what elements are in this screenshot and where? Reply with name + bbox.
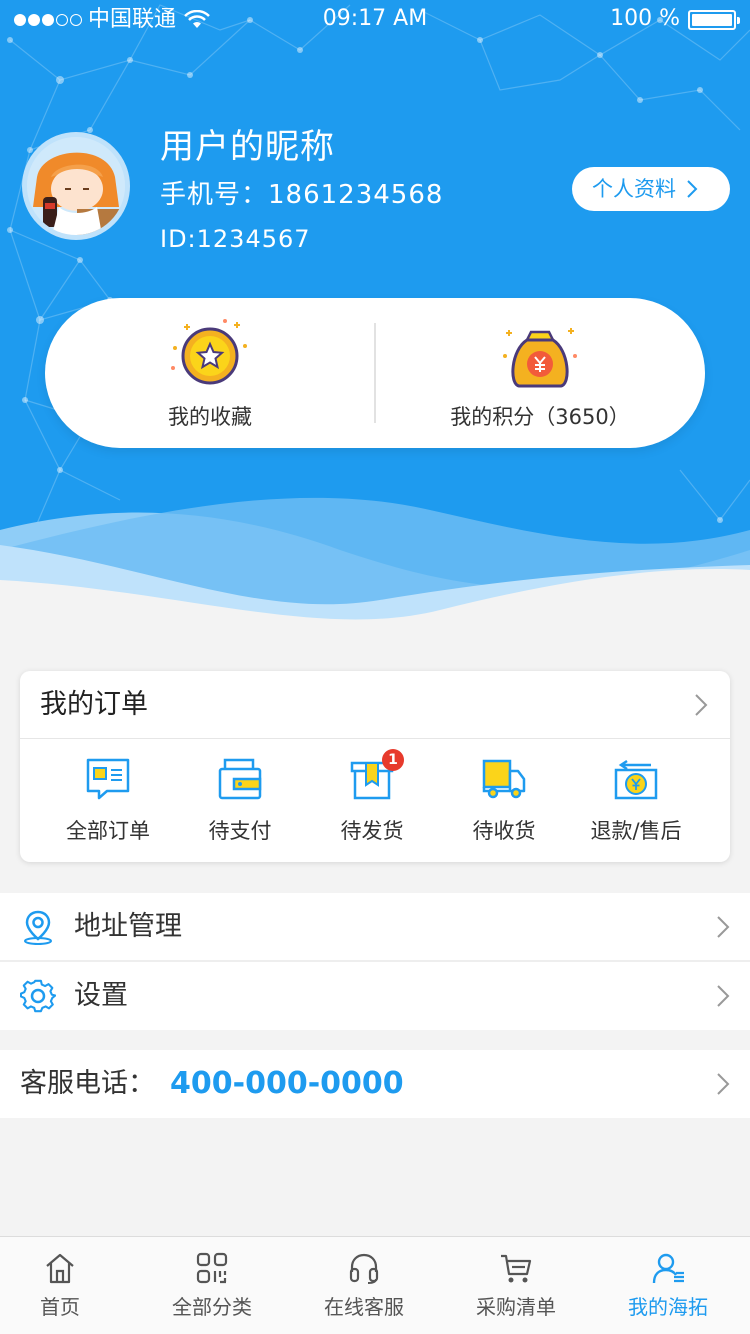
user-phone: 手机号：1861234568 bbox=[160, 180, 444, 210]
category-icon bbox=[196, 1252, 228, 1284]
my-favorites-label: 我的收藏 bbox=[168, 405, 252, 429]
wave-decoration bbox=[0, 497, 750, 640]
chevron-right-icon bbox=[686, 179, 698, 199]
chevron-right-icon bbox=[717, 1073, 730, 1095]
all-orders-label: 全部订单 bbox=[66, 819, 150, 843]
refund-after-sales-button[interactable]: 退款/售后 bbox=[570, 741, 702, 859]
money-bag-icon bbox=[503, 328, 577, 388]
customer-service-label: 客服电话： bbox=[20, 1068, 155, 1099]
location-pin-icon bbox=[24, 910, 52, 945]
my-favorites-button[interactable]: 我的收藏 bbox=[45, 298, 375, 448]
user-icon bbox=[652, 1253, 684, 1284]
all-orders-button[interactable]: 全部订单 bbox=[42, 741, 174, 859]
edit-profile-button[interactable]: 个人资料 bbox=[572, 167, 730, 211]
tab-home[interactable]: 首页 bbox=[0, 1237, 135, 1334]
customer-service-number[interactable]: 400-000-0000 bbox=[170, 1050, 404, 1118]
settings-label: 设置 bbox=[74, 980, 128, 1011]
refund-after-sales-label: 退款/售后 bbox=[590, 819, 682, 843]
my-orders-card: 我的订单 全部订单 待支付 1 待发货 待收货 退款/售后 bbox=[20, 671, 730, 862]
tab-online-service[interactable]: 在线客服 bbox=[289, 1237, 439, 1334]
my-orders-header[interactable]: 我的订单 bbox=[20, 671, 730, 739]
chevron-right-icon bbox=[695, 694, 708, 716]
tab-my-account-label: 我的海拓 bbox=[628, 1295, 708, 1319]
notification-badge: 1 bbox=[382, 749, 404, 771]
truck-icon bbox=[482, 759, 526, 799]
headset-icon bbox=[349, 1253, 379, 1284]
tab-home-label: 首页 bbox=[40, 1295, 80, 1319]
tab-categories[interactable]: 全部分类 bbox=[137, 1237, 287, 1334]
pending-receipt-button[interactable]: 待收货 bbox=[438, 741, 570, 859]
chevron-right-icon bbox=[717, 916, 730, 938]
chevron-right-icon bbox=[717, 985, 730, 1007]
gear-icon bbox=[20, 979, 56, 1013]
my-orders-title: 我的订单 bbox=[40, 689, 148, 720]
avatar[interactable] bbox=[22, 132, 130, 240]
settings-row[interactable]: 设置 bbox=[0, 962, 750, 1030]
star-coin-icon bbox=[171, 319, 247, 385]
user-nickname: 用户的昵称 bbox=[160, 127, 335, 167]
pending-shipment-button[interactable]: 1 待发货 bbox=[306, 741, 438, 859]
status-bar: 中国联通 09:17 AM 100 % bbox=[0, 0, 750, 40]
tab-online-service-label: 在线客服 bbox=[324, 1295, 404, 1319]
pending-payment-label: 待支付 bbox=[208, 819, 272, 843]
tab-purchase-list[interactable]: 采购清单 bbox=[441, 1237, 591, 1334]
tab-purchase-list-label: 采购清单 bbox=[476, 1295, 556, 1319]
bottom-tab-bar: 首页 全部分类 在线客服 采购清单 我的海拓 bbox=[0, 1236, 750, 1334]
battery-icon bbox=[688, 10, 740, 30]
edit-profile-label: 个人资料 bbox=[592, 177, 676, 201]
my-points-button[interactable]: 我的积分（3650） bbox=[375, 298, 705, 448]
refund-icon bbox=[614, 759, 658, 800]
my-points-label: 我的积分（3650） bbox=[450, 405, 630, 429]
pending-payment-button[interactable]: 待支付 bbox=[174, 741, 306, 859]
pending-receipt-label: 待收货 bbox=[472, 819, 536, 843]
pending-shipment-label: 待发货 bbox=[340, 819, 404, 843]
tab-my-account[interactable]: 我的海拓 bbox=[593, 1237, 743, 1334]
all-orders-icon bbox=[86, 758, 130, 800]
wallet-icon bbox=[218, 758, 262, 800]
tab-categories-label: 全部分类 bbox=[172, 1295, 252, 1319]
address-management-row[interactable]: 地址管理 bbox=[0, 893, 750, 961]
user-id: ID:1234567 bbox=[160, 225, 311, 253]
customer-service-phone-row[interactable]: 客服电话： 400-000-0000 bbox=[0, 1050, 750, 1118]
address-management-label: 地址管理 bbox=[74, 911, 182, 942]
quick-actions-card: 我的收藏 我的积分（3650） bbox=[45, 298, 705, 448]
home-icon bbox=[46, 1253, 74, 1284]
battery-percent: 100 % bbox=[610, 6, 680, 31]
avatar-image bbox=[27, 137, 125, 235]
cart-icon bbox=[501, 1254, 532, 1283]
